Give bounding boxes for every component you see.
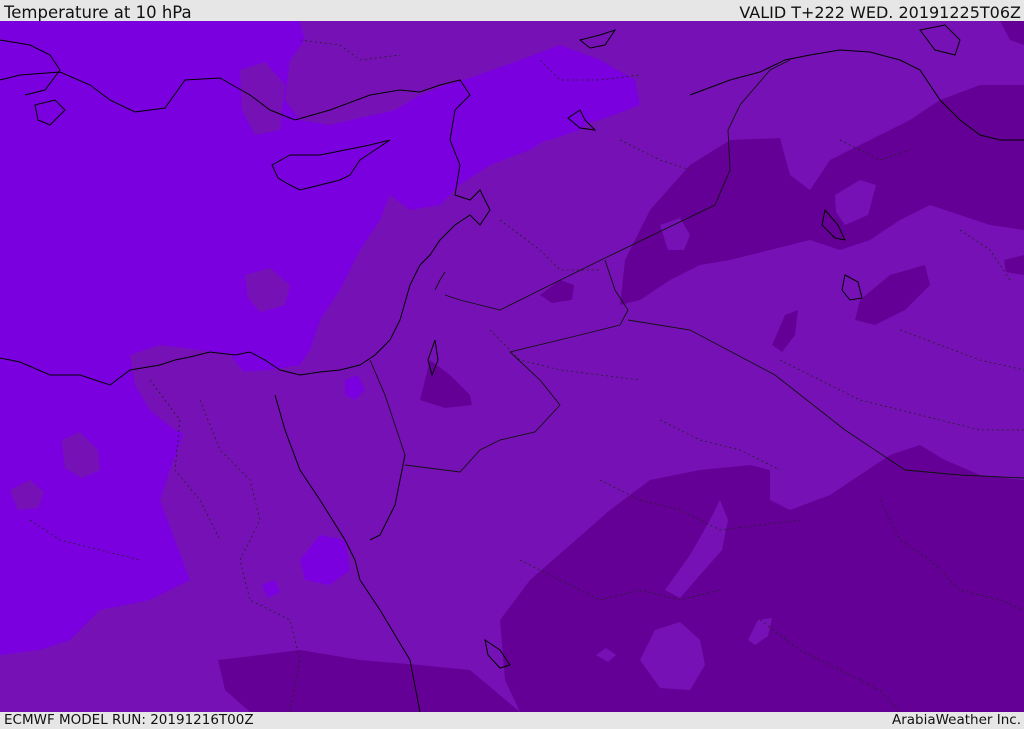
header-bar: Temperature at 10 hPa VALID T+222 WED. 2… — [0, 0, 1024, 22]
chart-title: Temperature at 10 hPa — [4, 3, 192, 22]
temperature-map — [0, 21, 1024, 712]
footer-bar: ECMWF MODEL RUN: 20191216T00Z ArabiaWeat… — [0, 712, 1024, 729]
model-run-label: ECMWF MODEL RUN: 20191216T00Z — [4, 712, 254, 728]
credit-label: ArabiaWeather Inc. — [891, 712, 1021, 728]
valid-time-label: VALID T+222 WED. 20191225T06Z — [739, 3, 1021, 22]
map-canvas — [0, 21, 1024, 712]
